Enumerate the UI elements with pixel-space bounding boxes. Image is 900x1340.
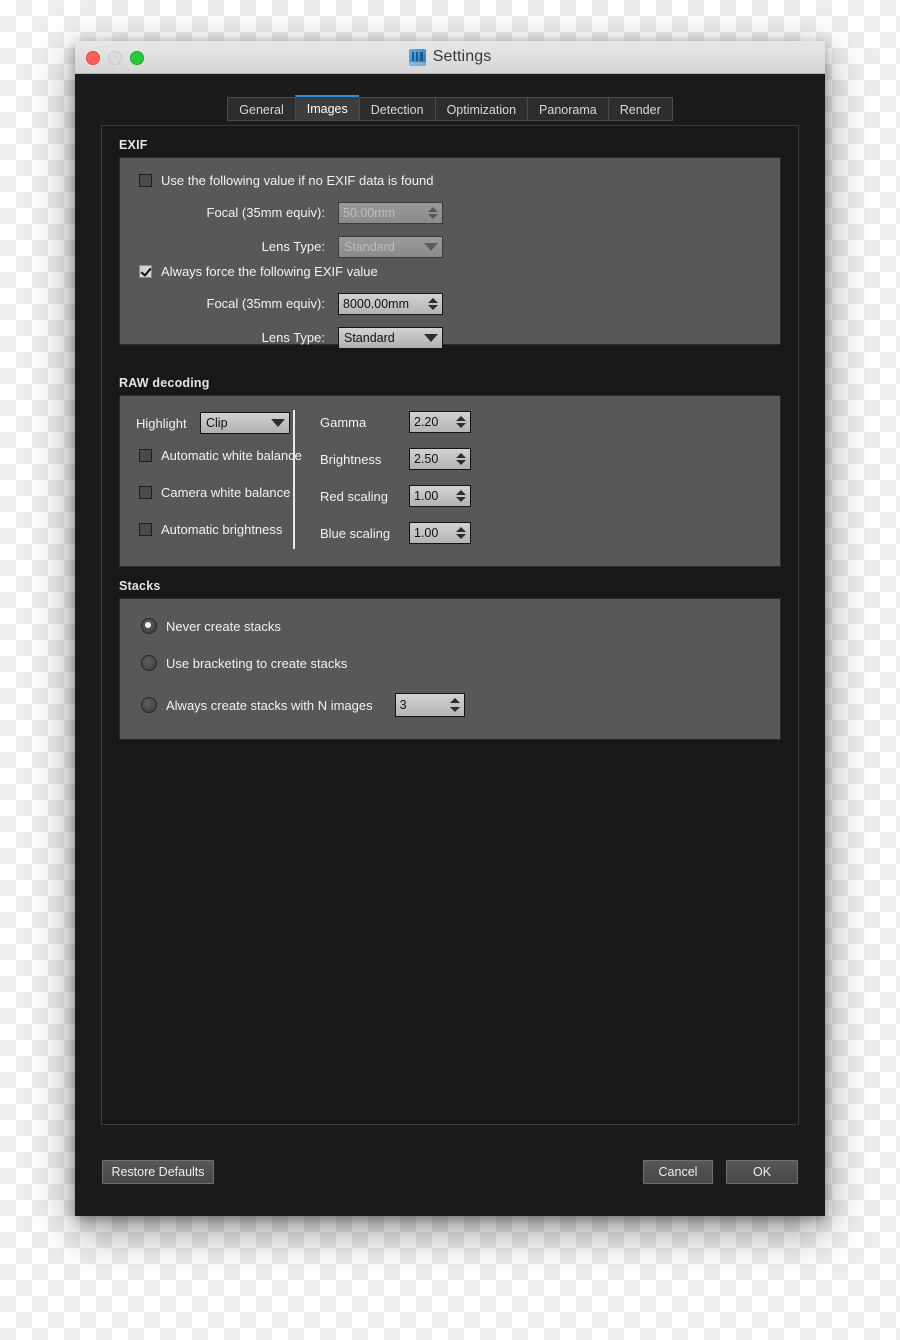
exif-force-lens-label: Lens Type: — [261, 330, 325, 345]
raw-auto-brightness-checkbox[interactable] — [139, 523, 152, 536]
exif-default-lens-value: Standard — [344, 240, 395, 254]
stepper-arrows-icon[interactable] — [452, 412, 470, 432]
raw-camera-white-balance-row[interactable]: Camera white balance — [139, 485, 290, 500]
stepper-arrows-icon[interactable] — [424, 294, 442, 314]
tab-optimization[interactable]: Optimization — [434, 97, 528, 121]
tab-general[interactable]: General — [227, 97, 295, 121]
stacks-panel: Never create stacks Use bracketing to cr… — [119, 598, 781, 740]
raw-decoding-section: RAW decoding Highlight Clip Automatic wh… — [119, 376, 781, 567]
raw-red-scaling-label: Red scaling — [320, 489, 388, 504]
raw-gamma-label: Gamma — [320, 415, 367, 430]
raw-highlight-label: Highlight — [136, 416, 187, 431]
tab-detection[interactable]: Detection — [358, 97, 435, 121]
window-title-group: Settings — [75, 41, 825, 73]
exif-default-focal-value: 50.00mm — [343, 206, 396, 220]
exif-default-focal-label: Focal (35mm equiv): — [206, 205, 325, 220]
exif-force-focal-label: Focal (35mm equiv): — [206, 296, 325, 311]
exif-use-default-row[interactable]: Use the following value if no EXIF data … — [139, 173, 433, 188]
tab-panorama[interactable]: Panorama — [527, 97, 608, 121]
stacks-option-n-images-radio[interactable] — [141, 697, 157, 713]
raw-brightness-value: 2.50 — [414, 452, 439, 466]
window-title: Settings — [432, 48, 492, 65]
raw-auto-white-balance-checkbox[interactable] — [139, 449, 152, 462]
raw-highlight-value: Clip — [206, 416, 228, 430]
tab-images[interactable]: Images — [294, 95, 359, 121]
raw-blue-scaling-stepper[interactable]: 1.00 — [409, 522, 471, 544]
window-body: General Images Detection Optimization Pa… — [75, 74, 825, 1216]
stacks-option-never-radio[interactable] — [141, 618, 157, 634]
raw-blue-scaling-value: 1.00 — [414, 526, 439, 540]
exif-default-lens-dropdown[interactable]: Standard — [338, 236, 443, 258]
stacks-n-images-value: 3 — [399, 698, 407, 712]
exif-use-default-label: Use the following value if no EXIF data … — [161, 173, 434, 188]
exif-section: EXIF Use the following value if no EXIF … — [119, 138, 781, 349]
stacks-option-never-label: Never create stacks — [166, 618, 281, 634]
raw-red-scaling-stepper[interactable]: 1.00 — [409, 485, 471, 507]
stepper-arrows-icon[interactable] — [452, 486, 470, 506]
exif-default-focal-stepper[interactable]: 50.00mm — [338, 202, 443, 224]
raw-auto-brightness-label: Automatic brightness — [161, 522, 283, 537]
exif-force-label: Always force the following EXIF value — [161, 264, 378, 279]
raw-auto-white-balance-label: Automatic white balance — [161, 448, 302, 463]
chevron-down-icon[interactable] — [420, 237, 442, 257]
app-icon — [408, 48, 426, 66]
exif-force-lens-value: Standard — [344, 331, 395, 345]
raw-blue-scaling-label: Blue scaling — [320, 526, 391, 541]
exif-default-lens-label: Lens Type: — [261, 239, 325, 254]
chevron-down-icon[interactable] — [420, 328, 442, 348]
raw-highlight-dropdown[interactable]: Clip — [200, 412, 290, 434]
stacks-option-n-images-row[interactable]: Always create stacks with N images 3 — [141, 693, 465, 717]
stepper-arrows-icon[interactable] — [424, 203, 442, 223]
restore-defaults-button[interactable]: Restore Defaults — [102, 1160, 214, 1184]
exif-panel: Use the following value if no EXIF data … — [119, 157, 781, 349]
cancel-button[interactable]: Cancel — [643, 1160, 713, 1184]
tab-render[interactable]: Render — [607, 97, 673, 121]
raw-gamma-value: 2.20 — [414, 415, 439, 429]
chevron-down-icon[interactable] — [267, 413, 289, 433]
raw-camera-white-balance-label: Camera white balance — [161, 485, 291, 500]
ok-button[interactable]: OK — [726, 1160, 798, 1184]
stacks-option-bracketing-label: Use bracketing to create stacks — [166, 655, 348, 671]
stepper-arrows-icon[interactable] — [452, 523, 470, 543]
stacks-option-bracketing-row[interactable]: Use bracketing to create stacks — [141, 655, 347, 671]
stacks-section-title: Stacks — [119, 579, 161, 593]
raw-section-title: RAW decoding — [119, 376, 210, 390]
exif-force-lens-dropdown[interactable]: Standard — [338, 327, 443, 349]
settings-tabbar: General Images Detection Optimization Pa… — [75, 95, 825, 121]
stepper-arrows-icon[interactable] — [452, 449, 470, 469]
stacks-section: Stacks Never create stacks Use bracketin… — [119, 579, 781, 740]
exif-section-title: EXIF — [119, 138, 148, 152]
stacks-option-n-images-label: Always create stacks with N images — [166, 697, 373, 713]
raw-camera-white-balance-checkbox[interactable] — [139, 486, 152, 499]
raw-red-scaling-value: 1.00 — [414, 489, 439, 503]
raw-auto-white-balance-row[interactable]: Automatic white balance — [139, 448, 302, 463]
raw-gamma-stepper[interactable]: 2.20 — [409, 411, 471, 433]
dialog-button-bar: Restore Defaults Cancel OK — [75, 1143, 825, 1216]
raw-brightness-stepper[interactable]: 2.50 — [409, 448, 471, 470]
raw-column-divider — [293, 410, 295, 549]
exif-force-focal-value: 8000.00mm — [343, 297, 410, 311]
stepper-arrows-icon[interactable] — [446, 694, 464, 716]
raw-auto-brightness-row[interactable]: Automatic brightness — [139, 522, 282, 537]
stacks-option-never-row[interactable]: Never create stacks — [141, 618, 281, 634]
settings-window: Settings General Images Detection Optimi… — [75, 41, 825, 1216]
raw-brightness-label: Brightness — [320, 452, 382, 467]
exif-use-default-checkbox[interactable] — [139, 174, 152, 187]
exif-force-row[interactable]: Always force the following EXIF value — [139, 264, 378, 279]
stacks-n-images-stepper[interactable]: 3 — [394, 693, 465, 717]
raw-panel: Highlight Clip Automatic white balance C… — [119, 395, 781, 567]
exif-force-checkbox[interactable] — [139, 265, 152, 278]
stacks-option-bracketing-radio[interactable] — [141, 655, 157, 671]
images-tab-panel: EXIF Use the following value if no EXIF … — [101, 125, 799, 1125]
window-titlebar: Settings — [75, 41, 825, 74]
exif-force-focal-stepper[interactable]: 8000.00mm — [338, 293, 443, 315]
